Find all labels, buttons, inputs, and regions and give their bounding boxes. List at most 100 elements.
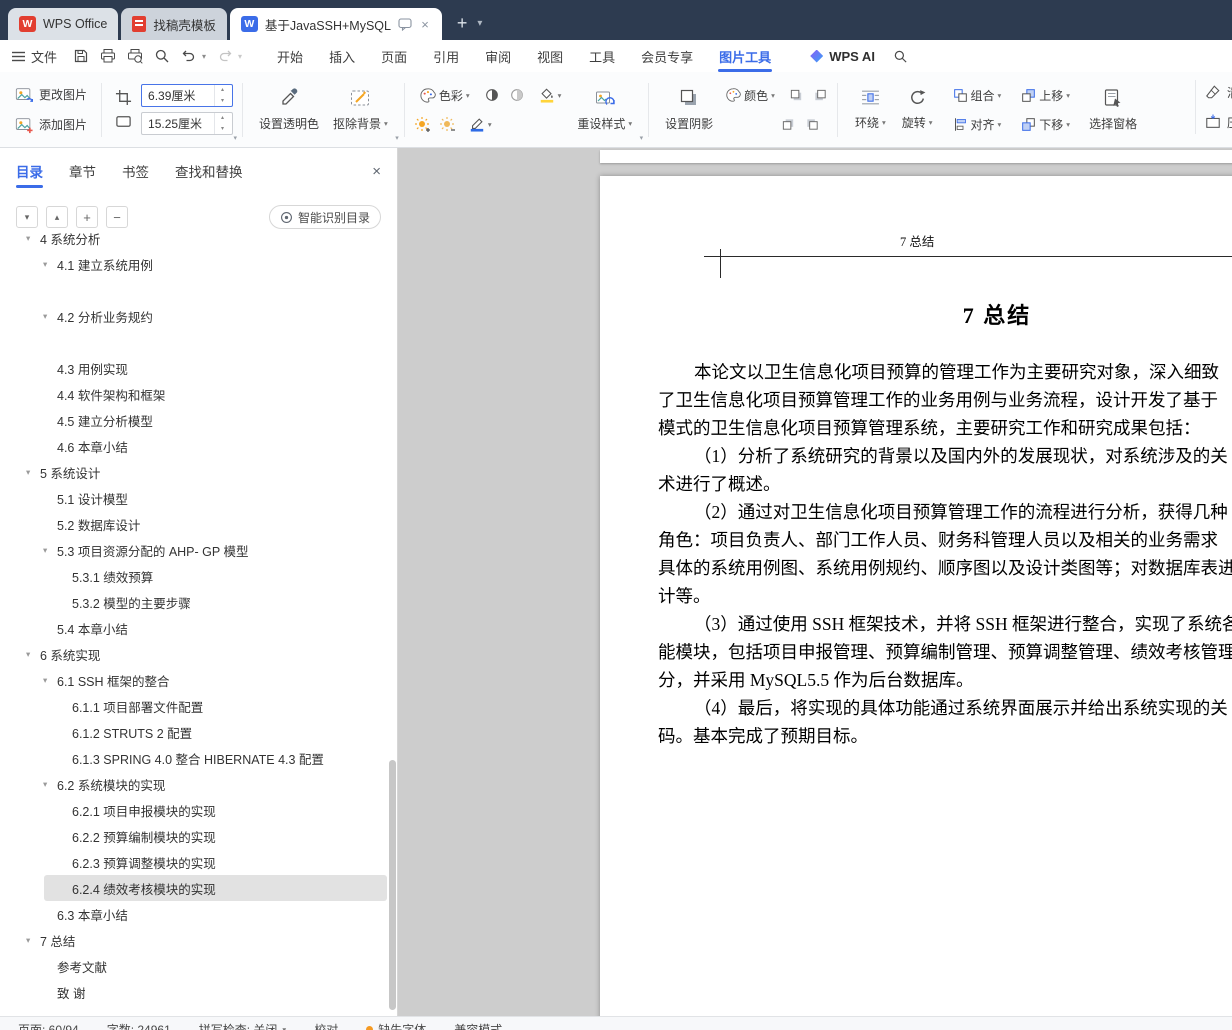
undo-icon[interactable] — [181, 48, 197, 64]
page-indicator[interactable]: 页面: 60/94 — [18, 1021, 79, 1030]
nav-panel-tab[interactable]: 书签 — [122, 161, 149, 181]
toc-item[interactable]: ▾ 5.3 项目资源分配的 AHP- GP 模型 — [0, 537, 387, 563]
group-button[interactable]: 组合 ▾ — [948, 83, 1007, 108]
increase-contrast-icon[interactable] — [484, 87, 500, 103]
toc-item[interactable]: ▾6.2.3 预算调整模块的实现 — [0, 849, 387, 875]
shadow-preset-icon[interactable] — [781, 117, 796, 132]
toc-expand-icon[interactable]: ▾ — [26, 467, 40, 478]
remove-background-button[interactable]: 抠除背景 ▾ — [326, 78, 395, 142]
rotate-button[interactable]: 旋转 ▾ — [894, 88, 941, 131]
menubar-item-review[interactable]: 审阅 — [472, 40, 524, 72]
compatibility-mode[interactable]: 兼容模式 — [454, 1021, 502, 1030]
document-page[interactable]: 7 总结 7 总结 本论文以卫生信息化项目预算的管理工作为主要研究对象，深入细致… — [600, 176, 1232, 1016]
crop-shape-icon[interactable] — [115, 113, 132, 130]
menubar-item-picture-tools[interactable]: 图片工具 — [706, 40, 784, 72]
print-preview-icon[interactable] — [127, 48, 143, 64]
clear-picture-area-button[interactable]: 清 — [1200, 80, 1232, 105]
nav-scrollbar-thumb[interactable] — [389, 760, 396, 1010]
step-up-icon[interactable]: ▴ — [215, 85, 230, 96]
doc-line[interactable]: 计等。 — [658, 582, 1232, 610]
toc-item[interactable]: ▾4.6 本章小结 — [0, 433, 387, 459]
step-down-icon[interactable]: ▾ — [215, 124, 230, 135]
close-tab-icon[interactable]: × — [419, 17, 431, 32]
smart-toc-button[interactable]: 智能识别目录 — [268, 205, 381, 229]
toc-item[interactable]: ▾6.1.1 项目部署文件配置 — [0, 693, 387, 719]
redo-chevron-icon[interactable]: ▾ — [238, 52, 242, 61]
decrease-contrast-icon[interactable] — [509, 87, 525, 103]
nav-panel-tab[interactable]: 章节 — [69, 161, 96, 181]
picture-width-stepper[interactable]: ▴▾ — [141, 112, 234, 135]
send-backward-button[interactable]: 下移 ▾ — [1016, 112, 1075, 137]
size-input[interactable] — [142, 85, 215, 106]
toc-expand-icon[interactable]: ▾ — [43, 545, 57, 556]
selection-pane-button[interactable]: 选择窗格 — [1082, 78, 1144, 142]
expand-all-button[interactable]: ▴ — [46, 206, 68, 228]
doc-line[interactable]: 本论文以卫生信息化项目预算的管理工作为主要研究对象，深入细致 — [658, 358, 1232, 386]
dialog-launcher-icon[interactable]: ▾ — [640, 134, 644, 142]
doc-line[interactable]: 术进行了概述。 — [658, 470, 1232, 498]
undo-chevron-icon[interactable]: ▾ — [202, 52, 206, 61]
toc-item[interactable]: ▾ 6 系统实现 — [0, 641, 387, 667]
doc-line[interactable]: （4）最后，将实现的具体功能通过系统界面展示并给出系统实现的关 — [658, 694, 1232, 722]
toc-item[interactable]: ▾6.2.2 预算编制模块的实现 — [0, 823, 387, 849]
toc-item[interactable]: ▾6.3 本章小结 — [0, 901, 387, 927]
shadow-preset-icon[interactable] — [813, 88, 828, 103]
crop-icon[interactable] — [115, 89, 132, 106]
nav-panel-tab[interactable]: 查找和替换 — [175, 161, 243, 181]
tab-wps-office[interactable]: W WPS Office — [8, 8, 119, 40]
menubar-item-page[interactable]: 页面 — [368, 40, 420, 72]
toc-expand-icon[interactable]: ▾ — [43, 675, 57, 686]
save-icon[interactable] — [73, 48, 89, 64]
doc-line[interactable]: 码。基本完成了预期目标。 — [658, 722, 1232, 750]
size-input[interactable] — [142, 113, 215, 134]
doc-line[interactable]: （1）分析了系统研究的背景以及国内外的发展现状，对系统涉及的关 — [658, 442, 1232, 470]
decrease-brightness-icon[interactable] — [439, 116, 455, 132]
doc-line[interactable]: 角色：项目负责人、部门工作人员、财务科管理人员以及相关的业务需求 — [658, 526, 1232, 554]
fill-color-button[interactable]: ▾ — [534, 83, 567, 108]
toc-item[interactable]: ▾4.5 建立分析模型 — [0, 407, 387, 433]
toc-expand-icon[interactable]: ▾ — [26, 233, 40, 244]
toc-item[interactable]: ▾5.3.1 绩效预算 — [0, 563, 387, 589]
change-picture-button[interactable]: 更改图片 — [10, 82, 92, 107]
find-icon[interactable] — [154, 48, 170, 64]
doc-line[interactable]: 模式的卫生信息化项目预算管理系统，主要研究工作和研究成果包括： — [658, 414, 1232, 442]
toc-item[interactable]: ▾致 谢 — [0, 979, 387, 1005]
menubar-item-insert[interactable]: 插入 — [316, 40, 368, 72]
word-count[interactable]: 字数: 24961 — [107, 1021, 171, 1030]
wrap-text-button[interactable]: 环绕 ▾ — [847, 88, 894, 131]
new-tab-button[interactable]: + — [457, 14, 468, 32]
toc-item[interactable]: ▾6.1.3 SPRING 4.0 整合 HIBERNATE 4.3 配置 — [0, 745, 387, 771]
menubar-item-reference[interactable]: 引用 — [420, 40, 472, 72]
tab-template-doc[interactable]: 找稿壳模板 — [121, 8, 227, 40]
dialog-launcher-icon[interactable]: ▾ — [234, 134, 238, 142]
search-icon[interactable] — [893, 49, 908, 64]
toc-item[interactable]: ▾参考文献 — [0, 953, 387, 979]
toc-item[interactable]: ▾6.2.1 项目申报模块的实现 — [0, 797, 387, 823]
toc-item[interactable]: ▾ 6.1 SSH 框架的整合 — [0, 667, 387, 693]
collapse-all-button[interactable]: ▾ — [16, 206, 38, 228]
picture-height-stepper[interactable]: ▴▾ — [141, 84, 234, 107]
shadow-preset-icon[interactable] — [805, 117, 820, 132]
proofread-button[interactable]: 校对 — [314, 1021, 338, 1030]
set-shadow-button[interactable]: 设置阴影 — [658, 78, 720, 142]
doc-line[interactable]: 分，并采用 MySQL5.5 作为后台数据库。 — [658, 666, 1232, 694]
reset-style-button[interactable]: 重设样式 ▾ — [570, 78, 639, 142]
doc-line[interactable]: 具体的系统用例图、系统用例规约、顺序图以及设计类图等；对数据库表进 — [658, 554, 1232, 582]
toc-expand-icon[interactable]: ▾ — [26, 935, 40, 946]
toc-item[interactable]: ▾5.1 设计模型 — [0, 485, 387, 511]
toc-item[interactable]: ▾ 4.2 分析业务规约 — [0, 303, 387, 329]
bring-forward-button[interactable]: 上移 ▾ — [1016, 83, 1075, 108]
set-transparent-color-button[interactable]: 设置透明色 — [252, 78, 326, 142]
compress-picture-button[interactable]: 压 — [1200, 110, 1232, 135]
align-button[interactable]: 对齐 ▾ — [948, 112, 1007, 137]
toc-expand-icon[interactable]: ▾ — [43, 259, 57, 270]
menubar-item-membership[interactable]: 会员专享 — [628, 40, 706, 72]
doc-line[interactable]: 能模块，包括项目申报管理、预算编制管理、预算调整管理、绩效考核管理 — [658, 638, 1232, 666]
toc-item[interactable]: ▾ 6.2 系统模块的实现 — [0, 771, 387, 797]
toc-expand-icon[interactable]: ▾ — [26, 649, 40, 660]
toc-item[interactable]: ▾5.4 本章小结 — [0, 615, 387, 641]
missing-font-warning[interactable]: 缺失字体 — [366, 1021, 426, 1030]
zoom-out-button[interactable]: − — [106, 206, 128, 228]
menubar-item-view[interactable]: 视图 — [524, 40, 576, 72]
menubar-item-home[interactable]: 开始 — [264, 40, 316, 72]
